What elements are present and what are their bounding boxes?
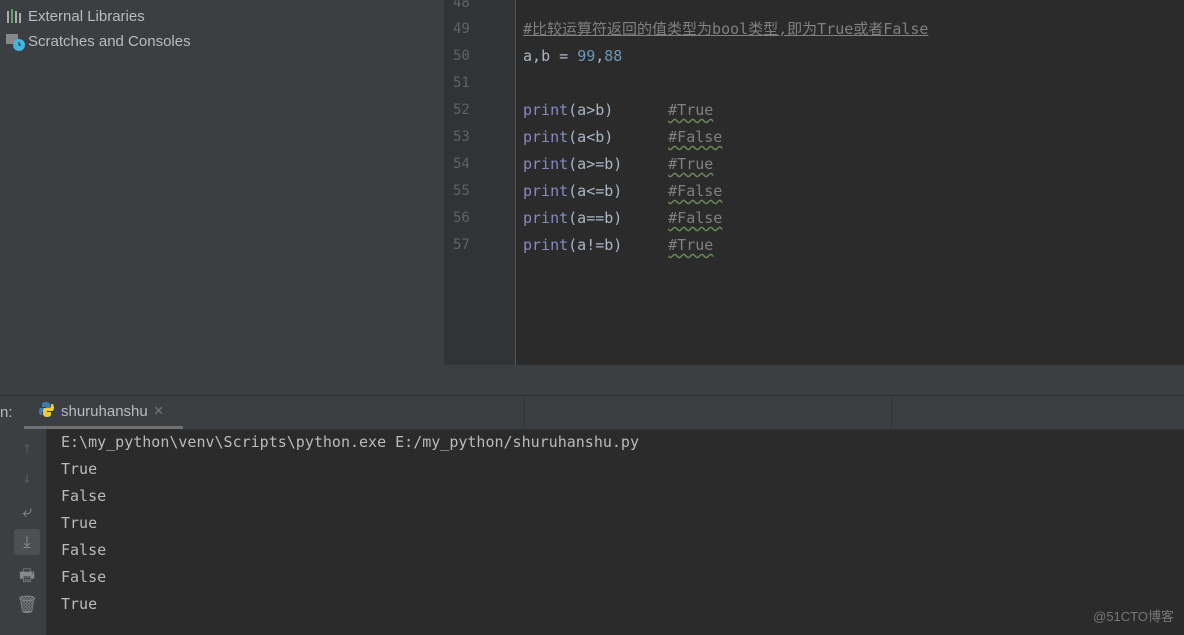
comma: , — [595, 47, 605, 65]
tree-item-scratches[interactable]: Scratches and Consoles — [6, 30, 191, 52]
close-icon[interactable]: × — [154, 401, 164, 421]
code-line: a,b = 99,88 — [523, 43, 622, 70]
console-line: True — [61, 460, 98, 478]
scratches-icon — [6, 33, 26, 51]
scroll-to-end-icon[interactable]: ⤓ — [14, 529, 40, 555]
soft-wrap-icon[interactable]: ⤶ — [14, 499, 40, 525]
trash-icon[interactable]: 🗑 — [14, 592, 40, 618]
console-line: True — [61, 514, 98, 532]
python-icon — [38, 401, 55, 422]
console-line: False — [61, 487, 107, 505]
print-icon[interactable]: 🖶 — [14, 563, 40, 589]
code-line: print(a<=b) #False — [523, 178, 722, 205]
console-line: False — [61, 568, 107, 586]
code-comment: #True — [668, 155, 714, 173]
line-number: 56 — [453, 210, 470, 226]
tree-item-external-libraries[interactable]: External Libraries — [6, 5, 145, 27]
watermark: @51CTO博客 — [1093, 609, 1174, 624]
run-label: n: — [0, 404, 13, 421]
builtin-print: print — [523, 182, 569, 200]
console-line: E:\my_python\venv\Scripts\python.exe E:/… — [61, 433, 639, 451]
comma: , — [532, 47, 542, 65]
run-tab-shuruhanshu[interactable]: shuruhanshu × — [24, 396, 183, 429]
tree-item-label: External Libraries — [28, 7, 145, 25]
code-comment: #False — [668, 209, 723, 227]
run-toolbar: ↑ ↓ ⤶ ⤓ 🖶 🗑 — [0, 429, 47, 635]
print-arg: (a<b) — [568, 128, 614, 146]
up-arrow-icon[interactable]: ↑ — [14, 435, 40, 461]
print-arg: (a>=b) — [568, 155, 623, 173]
code-line: print(a!=b) #True — [523, 232, 713, 259]
line-number: 52 — [453, 102, 470, 118]
line-number: 48 — [453, 0, 470, 11]
var-b: b = — [541, 47, 578, 65]
line-number: 49 — [453, 21, 470, 37]
console-line: True — [61, 595, 98, 613]
run-tool-window-header: n: shuruhanshu × — [0, 395, 1184, 430]
line-number: 53 — [453, 129, 470, 145]
builtin-print: print — [523, 155, 569, 173]
line-number: 57 — [453, 237, 470, 253]
editor-status-area — [444, 365, 1184, 395]
code-line: print(a>=b) #True — [523, 151, 713, 178]
code-line: #比较运算符返回的值类型为bool类型,即为True或者False — [523, 16, 928, 43]
console-line: False — [61, 541, 107, 559]
number: 99 — [577, 47, 596, 65]
line-number: 50 — [453, 48, 470, 64]
var-a: a — [523, 47, 533, 65]
print-arg: (a>b) — [568, 101, 614, 119]
code-comment: #False — [668, 182, 723, 200]
code-line: print(a<b) #False — [523, 124, 722, 151]
code-line: print(a>b) #True — [523, 97, 713, 124]
print-arg: (a!=b) — [568, 236, 623, 254]
run-tab-label: shuruhanshu — [61, 402, 148, 420]
line-number: 54 — [453, 156, 470, 172]
line-number: 55 — [453, 183, 470, 199]
builtin-print: print — [523, 128, 569, 146]
library-icon — [6, 8, 26, 24]
code-comment: #True — [668, 101, 714, 119]
code-line: print(a==b) #False — [523, 205, 722, 232]
print-arg: (a<=b) — [568, 182, 623, 200]
number: 88 — [604, 47, 623, 65]
line-number: 51 — [453, 75, 470, 91]
builtin-print: print — [523, 236, 569, 254]
builtin-print: print — [523, 101, 569, 119]
print-arg: (a==b) — [568, 209, 623, 227]
down-arrow-icon[interactable]: ↓ — [14, 465, 40, 491]
code-comment: #比较运算符返回的值类型为bool类型,即为True或者False — [523, 20, 929, 38]
code-comment: #True — [668, 236, 714, 254]
tree-item-label: Scratches and Consoles — [28, 32, 191, 50]
code-comment: #False — [668, 128, 723, 146]
builtin-print: print — [523, 209, 569, 227]
project-tree: External Libraries Scratches and Console… — [0, 0, 444, 395]
